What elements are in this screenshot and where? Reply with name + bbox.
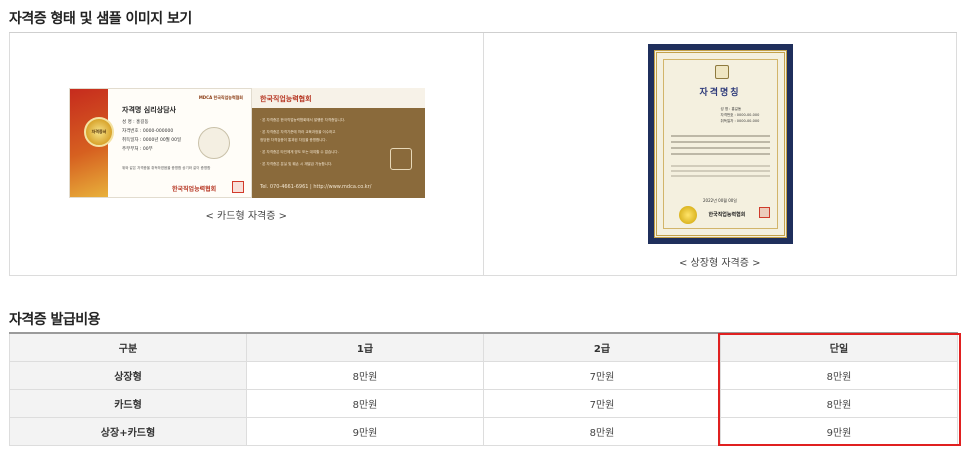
certificate-text-line [670, 175, 770, 177]
cert-sample-caption: < 상장형 자격증 > [679, 258, 761, 269]
table-row: 카드형 8만원 7만원 8만원 [9, 388, 958, 418]
card-row: 자격번호 : 0000-000000 [122, 129, 174, 134]
fee-cell: 8만원 [483, 416, 721, 446]
certificate-title: 자격명칭 [699, 88, 741, 98]
emblem-icon [714, 65, 729, 79]
table-row: 상장형 8만원 7만원 8만원 [9, 360, 958, 390]
certificate-date: 2022년 00월 00일 [703, 198, 737, 203]
card-sample-cell: 자격증서 MDCA 한국직업능력협회 자격명 심리상담사 성 명 : 홍길동 자… [10, 33, 483, 275]
fee-cell: 7만원 [483, 360, 721, 390]
fee-cell: 8만원 [720, 360, 958, 390]
row-label: 카드형 [9, 388, 247, 418]
certificate-text-line [670, 135, 770, 137]
certificate-image: 자격명칭 성 명 : 홍길동 자격번호 : 0000-00-000 취득일자 :… [647, 44, 793, 244]
sample-images-box: 자격증서 MDCA 한국직업능력협회 자격명 심리상담사 성 명 : 홍길동 자… [9, 33, 957, 276]
fee-cell: 7만원 [483, 388, 721, 418]
row-label: 상장형 [9, 360, 247, 390]
card-back-header: 한국직업능력협회 [252, 88, 425, 108]
cert-sample-cell: 자격명칭 성 명 : 홍길동 자격번호 : 0000-00-000 취득일자 :… [482, 33, 957, 275]
row-label: 상장+카드형 [9, 416, 247, 446]
card-front-image: 자격증서 MDCA 한국직업능력협회 자격명 심리상담사 성 명 : 홍길동 자… [69, 88, 252, 198]
card-back-line: 정당한 자격검증이 통과된 자임을 증명합니다. [260, 138, 327, 142]
fee-cell: 9만원 [246, 416, 484, 446]
table-header-row: 구분 1급 2급 단일 [9, 332, 958, 362]
card-back-line: · 본 자격증은 자격기준에 따라 교육과정을 이수하고 [260, 130, 336, 134]
fee-cell: 8만원 [246, 388, 484, 418]
certificate-meta: 자격번호 : 0000-00-000 [720, 113, 760, 117]
red-stamp-icon [232, 181, 244, 193]
card-back-brand: 한국직업능력협회 [260, 95, 312, 103]
table-row: 상장+카드형 9만원 8만원 9만원 [9, 416, 958, 446]
card-back-line: · 본 자격증은 타인에게 양도 또는 대여할 수 없습니다. [260, 150, 339, 154]
card-row: 주무부처 : 00부 [122, 147, 153, 152]
card-back-logo-icon [390, 148, 412, 170]
header-category: 구분 [9, 332, 247, 362]
fee-section-title: 자격증 발급비용 [9, 312, 101, 328]
card-note: 위와 같은 자격증을 취득하였음을 증명함 상기와 같이 증명함 [122, 166, 211, 170]
header-single: 단일 [720, 332, 958, 362]
card-row: 취득일자 : 0000년 00월 00일 [122, 138, 182, 143]
header-grade-2: 2급 [483, 332, 721, 362]
certificate-text-line [670, 153, 770, 155]
fee-cell: 9만원 [720, 416, 958, 446]
card-brand-bottom: 한국직업능력협회 [172, 186, 217, 193]
certificate-text-line [670, 170, 770, 172]
certificate-meta: 성 명 : 홍길동 [720, 107, 742, 111]
card-brand-top: MDCA 한국직업능력협회 [198, 95, 243, 100]
red-stamp-icon [758, 207, 770, 218]
header-grade-1: 1급 [246, 332, 484, 362]
sample-section-title: 자격증 형태 및 샘플 이미지 보기 [9, 11, 192, 27]
certificate-text-line [670, 141, 770, 143]
card-back-image: 한국직업능력협회 · 본 자격증은 한국직업능력협회에서 발행한 자격증입니다.… [252, 88, 425, 198]
gold-seal-icon: 자격증서 [84, 117, 114, 147]
certificate-meta: 취득일자 : 0000-00-000 [720, 119, 760, 123]
card-back-contact: Tel. 070-4661-6961 | http://www.mdca.co.… [260, 184, 372, 190]
certificate-paper: 자격명칭 성 명 : 홍길동 자격번호 : 0000-00-000 취득일자 :… [653, 50, 787, 238]
card-sample-caption: < 카드형 자격증 > [205, 211, 288, 222]
certificate-text-line [670, 165, 770, 167]
watermark-logo-icon [198, 127, 230, 159]
card-back-line: · 본 자격증은 분실 및 훼손 시 재발급 가능합니다. [260, 162, 333, 166]
fee-table: 구분 1급 2급 단일 상장형 8만원 7만원 8만원 카드형 8만원 7만원 … [9, 332, 958, 446]
certificate-org: 한국직업능력협회 [708, 212, 746, 218]
fee-cell: 8만원 [720, 388, 958, 418]
seal-text: 자격증서 [91, 129, 107, 134]
card-qualification-name: 자격명 심리상담사 [122, 106, 176, 114]
card-row: 성 명 : 홍길동 [122, 120, 149, 125]
gold-seal-icon [678, 206, 697, 224]
card-back-line: · 본 자격증은 한국직업능력협회에서 발행한 자격증입니다. [260, 118, 346, 122]
fee-cell: 8만원 [246, 360, 484, 390]
certificate-text-line [670, 147, 770, 149]
